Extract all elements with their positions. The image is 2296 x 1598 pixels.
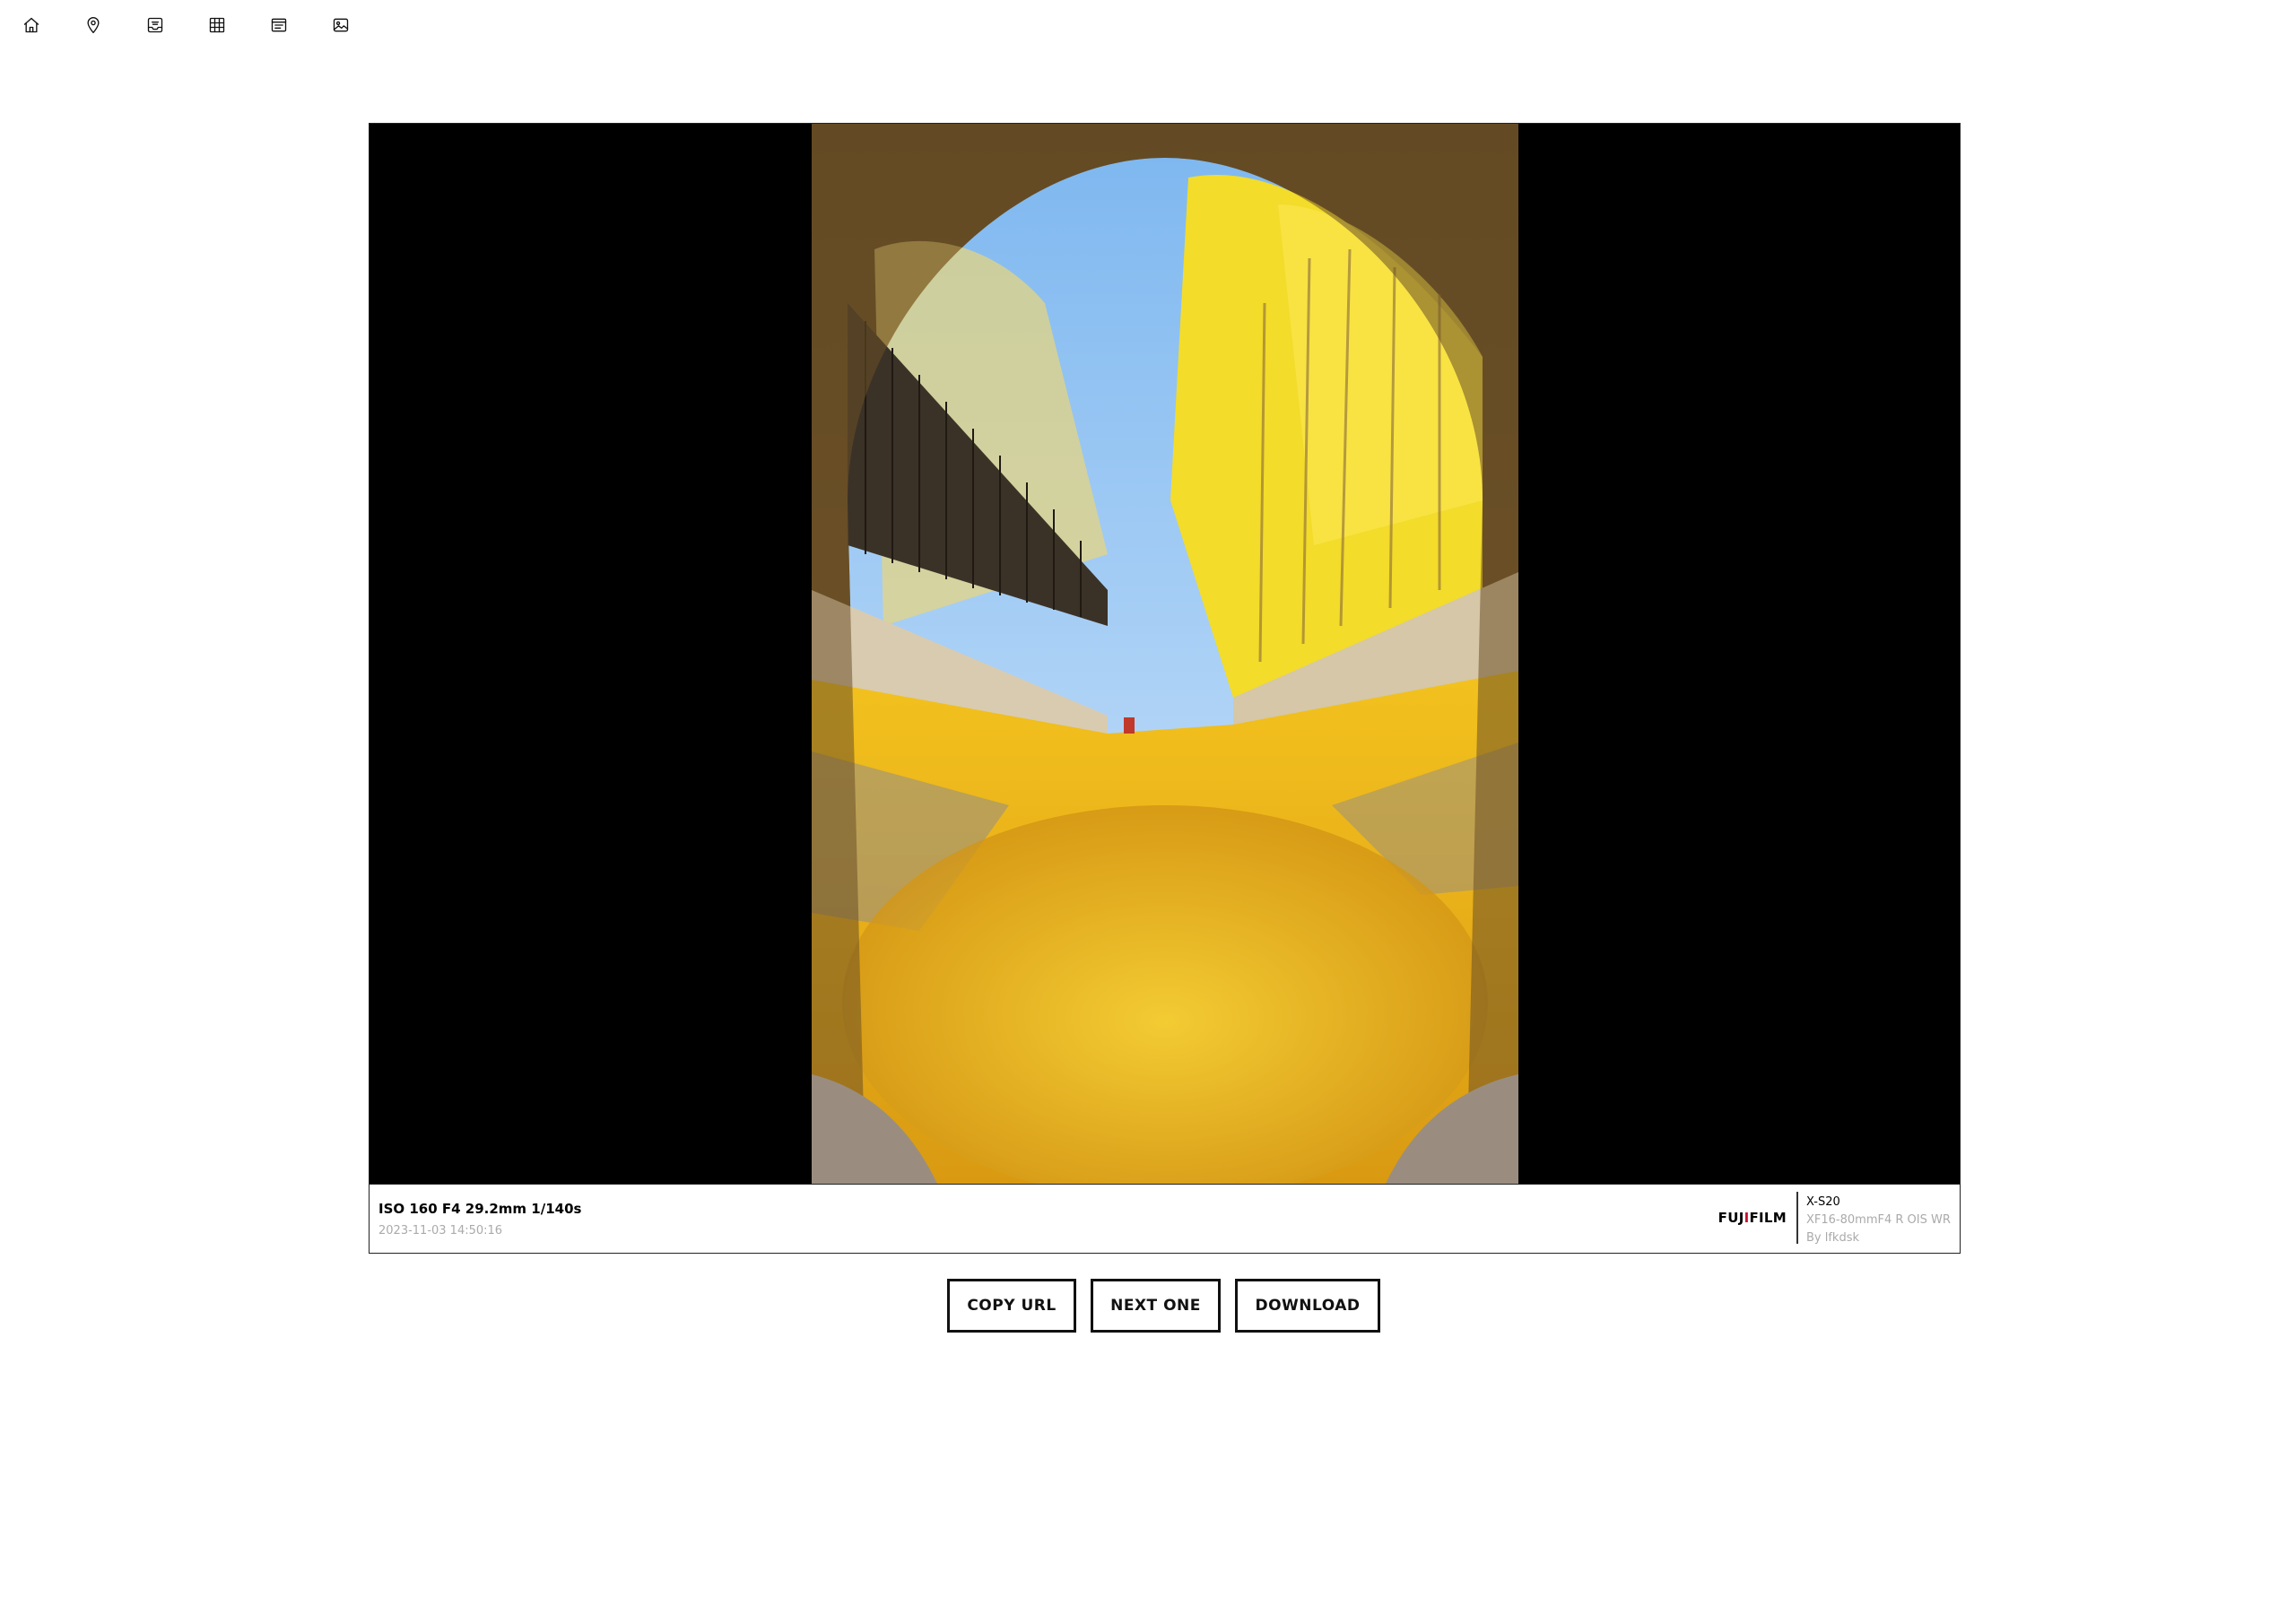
camera-info: X-S20 XF16-80mmF4 R OIS WR By lfkdsk: [1806, 1194, 1951, 1247]
image-icon[interactable]: [329, 13, 352, 37]
photo-meta-bar: ISO 160 F4 29.2mm 1/140s 2023-11-03 14:5…: [370, 1184, 1960, 1253]
map-pin-icon[interactable]: [82, 13, 105, 37]
camera-brand-logo: FUJIFILM: [1718, 1210, 1787, 1226]
next-one-button[interactable]: NEXT ONE: [1091, 1279, 1221, 1333]
photo-card: ISO 160 F4 29.2mm 1/140s 2023-11-03 14:5…: [369, 123, 1961, 1254]
photo-author: By lfkdsk: [1806, 1231, 1860, 1245]
grid-icon[interactable]: [205, 13, 229, 37]
list-icon[interactable]: [267, 13, 291, 37]
download-button[interactable]: DOWNLOAD: [1235, 1279, 1380, 1333]
brand-divider: [1796, 1192, 1798, 1244]
camera-model: X-S20: [1806, 1195, 1840, 1209]
photo-stage: [370, 124, 1960, 1184]
copy-url-button[interactable]: COPY URL: [947, 1279, 1076, 1333]
action-buttons: COPY URL NEXT ONE DOWNLOAD: [947, 1279, 1380, 1333]
photo-datetime: 2023-11-03 14:50:16: [378, 1224, 503, 1238]
inbox-icon[interactable]: [144, 13, 167, 37]
lens-model: XF16-80mmF4 R OIS WR: [1806, 1213, 1951, 1227]
top-nav: [0, 0, 391, 50]
home-icon[interactable]: [20, 13, 43, 37]
exif-info: ISO 160 F4 29.2mm 1/140s: [378, 1201, 582, 1217]
photo-image[interactable]: [812, 124, 1518, 1184]
